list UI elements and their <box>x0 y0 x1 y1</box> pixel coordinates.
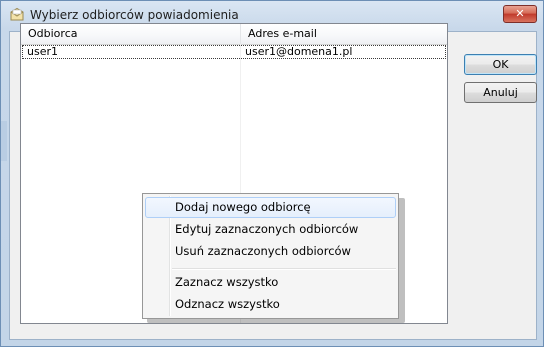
window-frame-accent <box>1 121 7 161</box>
list-header: Odbiorca Adres e-mail <box>21 24 447 45</box>
ok-button[interactable]: OK <box>464 54 537 75</box>
cell-email: user1@domena1.pl <box>245 45 353 58</box>
context-menu: Dodaj nowego odbiorcę Edytuj zaznaczonyc… <box>142 193 399 319</box>
column-header-email[interactable]: Adres e-mail <box>241 24 447 44</box>
close-icon: ✕ <box>515 7 525 20</box>
menu-item-edit-selected[interactable]: Edytuj zaznaczonych odbiorców <box>145 219 396 240</box>
menu-item-select-all[interactable]: Zaznacz wszystko <box>145 272 396 293</box>
dialog-window: Wybierz odbiorców powiadomienia ✕ Odbior… <box>0 0 544 347</box>
close-button[interactable]: ✕ <box>503 5 537 23</box>
envelope-icon <box>9 7 25 23</box>
menu-item-deselect-all[interactable]: Odznacz wszystko <box>145 294 396 315</box>
menu-item-add-recipient[interactable]: Dodaj nowego odbiorcę <box>145 197 396 218</box>
table-row[interactable]: user1 user1@domena1.pl <box>22 45 446 59</box>
menu-item-delete-selected[interactable]: Usuń zaznaczonych odbiorców <box>145 241 396 262</box>
cancel-button[interactable]: Anuluj <box>464 82 537 103</box>
menu-separator <box>172 268 396 269</box>
cell-recipient: user1 <box>27 45 58 58</box>
column-header-recipient[interactable]: Odbiorca <box>21 24 240 44</box>
window-title: Wybierz odbiorców powiadomienia <box>30 8 239 22</box>
